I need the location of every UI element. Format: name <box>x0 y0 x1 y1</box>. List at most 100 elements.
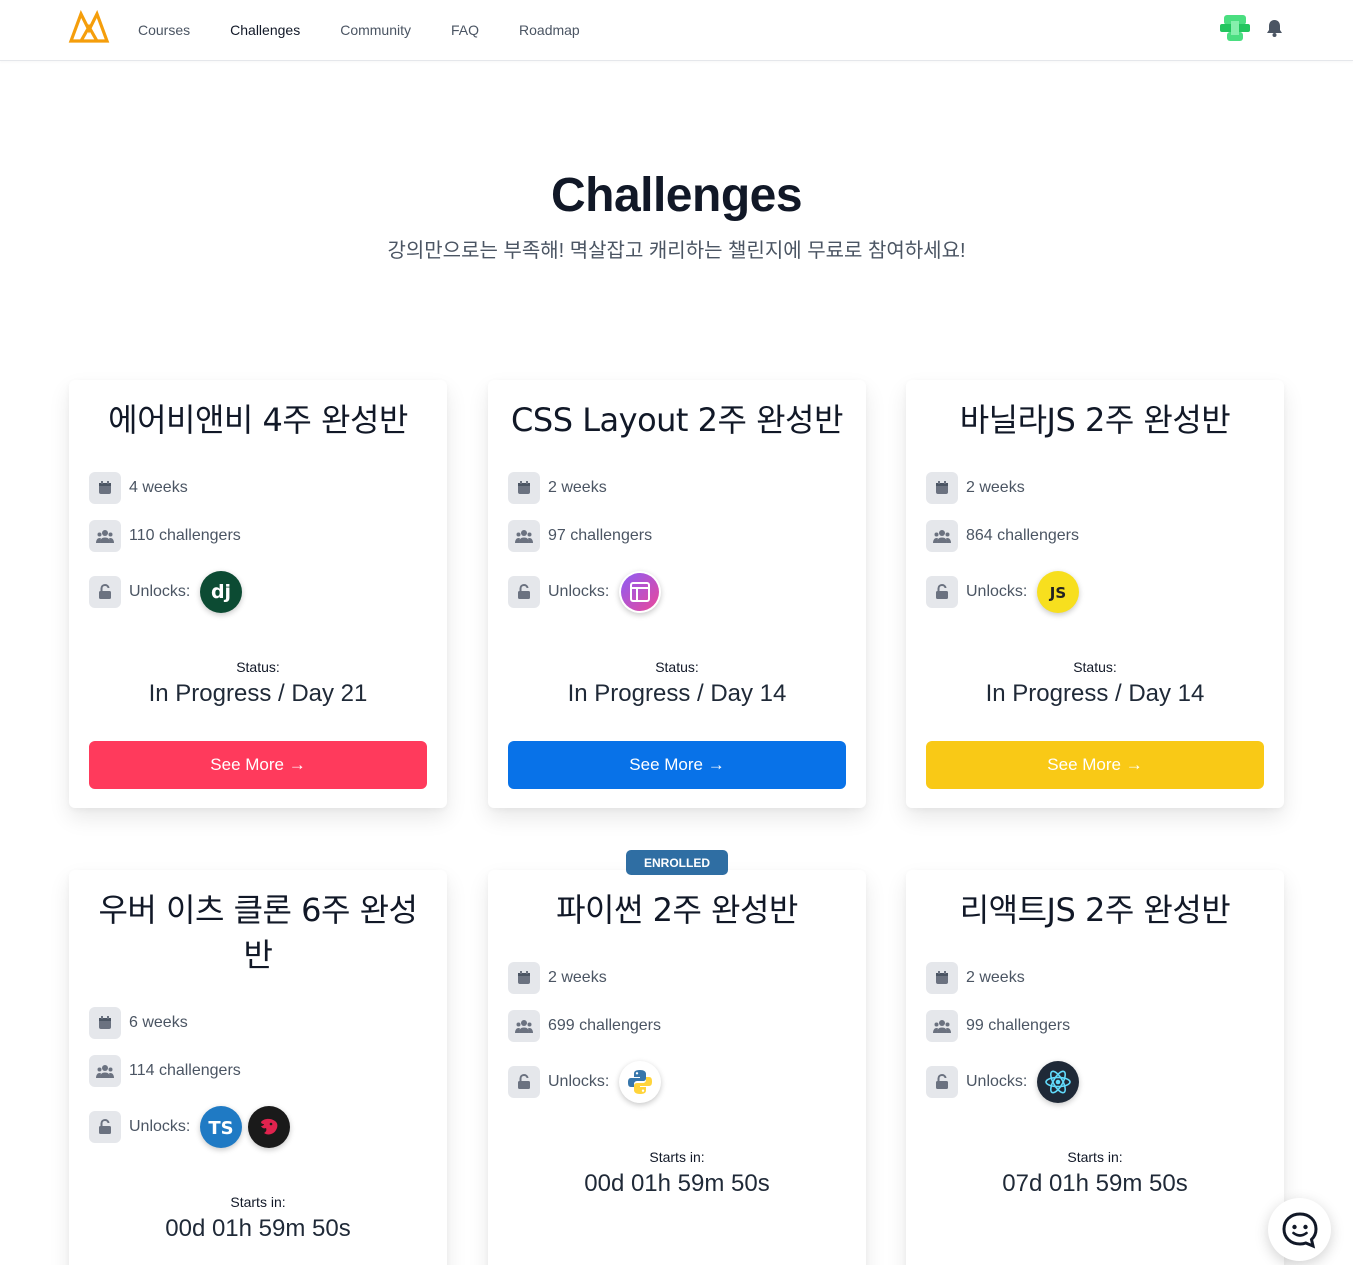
challenge-card-python[interactable]: 파이썬 2주 완성반 2 weeks 699 challengers Unloc… <box>488 870 866 1265</box>
duration-row: 6 weeks <box>89 1007 188 1039</box>
chat-icon <box>1281 1211 1318 1249</box>
unlocks-label: Unlocks: <box>129 1118 191 1135</box>
nav-links: Courses Challenges Community FAQ Roadmap <box>138 0 620 60</box>
challenge-card-airbnb[interactable]: 에어비앤비 4주 완성반 4 weeks 110 challengers Unl… <box>69 380 447 808</box>
unlocks-row: Unlocks: dj <box>89 571 243 613</box>
lock-open-icon <box>89 1111 121 1143</box>
react-icon <box>1037 1061 1080 1103</box>
countdown-value: 07d 01h 59m 50s <box>1002 1170 1188 1197</box>
svg-text:dj: dj <box>211 581 231 603</box>
status-value: In Progress / Day 14 <box>985 680 1205 707</box>
duration-row: 2 weeks <box>508 472 607 504</box>
calendar-icon <box>926 962 958 994</box>
nav-courses[interactable]: Courses <box>138 22 190 38</box>
challengers-text: 99 challengers <box>966 1017 1071 1034</box>
unlocks-label: Unlocks: <box>129 583 191 600</box>
lock-open-icon <box>926 576 958 608</box>
duration-row: 2 weeks <box>926 962 1025 994</box>
duration-row: 2 weeks <box>508 962 607 994</box>
card-title: 바닐라JS 2주 완성반 <box>959 401 1231 439</box>
enrolled-badge: ENROLLED <box>626 850 728 875</box>
countdown-value: 00d 01h 59m 50s <box>584 1170 770 1197</box>
challengers-text: 114 challengers <box>129 1062 241 1079</box>
unlocks-label: Unlocks: <box>548 1073 610 1090</box>
top-nav: Courses Challenges Community FAQ Roadmap <box>0 0 1353 61</box>
page-subtitle: 강의만으로는 부족해! 멱살잡고 캐리하는 챌린지에 무료로 참여하세요! <box>387 240 966 262</box>
users-icon <box>508 1010 540 1042</box>
unlocks-label: Unlocks: <box>966 583 1028 600</box>
see-more-button[interactable]: See More → <box>926 741 1264 789</box>
unlocks-row: Unlocks: TS <box>89 1106 291 1148</box>
status-value: In Progress / Day 21 <box>148 680 368 707</box>
calendar-icon <box>508 472 540 504</box>
status-label: Starts in: <box>1067 1149 1123 1165</box>
chat-button[interactable] <box>1268 1198 1331 1261</box>
lock-open-icon <box>508 1066 540 1098</box>
see-more-button[interactable]: See More → <box>89 741 427 789</box>
card-title: 리액트JS 2주 완성반 <box>959 891 1231 929</box>
status-label: Status: <box>1073 659 1117 675</box>
calendar-icon <box>508 962 540 994</box>
nav-roadmap[interactable]: Roadmap <box>519 22 580 38</box>
python-icon <box>619 1061 662 1103</box>
status-label: Starts in: <box>230 1194 286 1210</box>
duration-text: 2 weeks <box>966 969 1025 986</box>
challengers-row: 99 challengers <box>926 1010 1070 1042</box>
challengers-row: 114 challengers <box>89 1055 241 1087</box>
card-title: 우버 이츠 클론 6주 완성반 <box>98 891 418 974</box>
card-title: 파이썬 2주 완성반 <box>556 891 798 929</box>
calendar-icon <box>89 472 121 504</box>
challengers-row: 110 challengers <box>89 520 241 552</box>
duration-text: 2 weeks <box>548 969 607 986</box>
nav-challenges[interactable]: Challenges <box>230 22 300 38</box>
calendar-icon <box>926 472 958 504</box>
challengers-row: 699 challengers <box>508 1010 661 1042</box>
users-icon <box>89 520 121 552</box>
users-icon <box>89 1055 121 1087</box>
status-label: Status: <box>236 659 280 675</box>
unlocks-row: Unlocks: JS <box>926 571 1080 613</box>
javascript-icon: JS <box>1037 571 1080 613</box>
users-icon <box>926 1010 958 1042</box>
typescript-icon: TS <box>200 1106 243 1148</box>
svg-text:TS: TS <box>209 1118 234 1139</box>
challengers-text: 110 challengers <box>129 527 241 544</box>
user-avatar[interactable] <box>1220 13 1250 43</box>
challenge-card-css-layout[interactable]: CSS Layout 2주 완성반 2 weeks 97 challengers… <box>488 380 866 808</box>
duration-row: 4 weeks <box>89 472 188 504</box>
countdown-value: 00d 01h 59m 50s <box>165 1215 351 1242</box>
nav-faq[interactable]: FAQ <box>451 22 479 38</box>
duration-text: 6 weeks <box>129 1014 188 1031</box>
status-value: In Progress / Day 14 <box>567 680 787 707</box>
lock-open-icon <box>926 1066 958 1098</box>
challenge-card-vanilla-js[interactable]: 바닐라JS 2주 완성반 2 weeks 864 challengers Unl… <box>906 380 1284 808</box>
challengers-row: 864 challengers <box>926 520 1079 552</box>
duration-text: 2 weeks <box>548 479 607 496</box>
challengers-row: 97 challengers <box>508 520 652 552</box>
lock-open-icon <box>508 576 540 608</box>
svg-text:JS: JS <box>1049 584 1066 602</box>
unlocks-label: Unlocks: <box>966 1073 1028 1090</box>
users-icon <box>926 520 958 552</box>
page-title: Challenges <box>550 169 803 222</box>
unlocks-row: Unlocks: <box>508 1061 662 1103</box>
nav-community[interactable]: Community <box>340 22 411 38</box>
duration-text: 4 weeks <box>129 479 188 496</box>
users-icon <box>508 520 540 552</box>
challenge-card-uber-eats[interactable]: 우버 이츠 클론 6주 완성반 6 weeks 114 challengers … <box>69 870 447 1265</box>
see-more-button[interactable]: See More → <box>508 741 846 789</box>
challenge-card-react-js[interactable]: 리액트JS 2주 완성반 2 weeks 99 challengers Unlo… <box>906 870 1284 1265</box>
unlocks-row: Unlocks: <box>508 571 662 613</box>
status-label: Status: <box>655 659 699 675</box>
challengers-text: 97 challengers <box>548 527 653 544</box>
duration-text: 2 weeks <box>966 479 1025 496</box>
css-layout-icon <box>619 571 662 613</box>
nomad-logo-icon[interactable] <box>68 10 110 44</box>
bell-icon[interactable] <box>1266 19 1283 37</box>
unlocks-row: Unlocks: <box>926 1061 1080 1103</box>
card-title: 에어비앤비 4주 완성반 <box>108 401 408 439</box>
nestjs-icon <box>248 1106 291 1148</box>
calendar-icon <box>89 1007 121 1039</box>
challengers-text: 699 challengers <box>548 1017 661 1034</box>
lock-open-icon <box>89 576 121 608</box>
